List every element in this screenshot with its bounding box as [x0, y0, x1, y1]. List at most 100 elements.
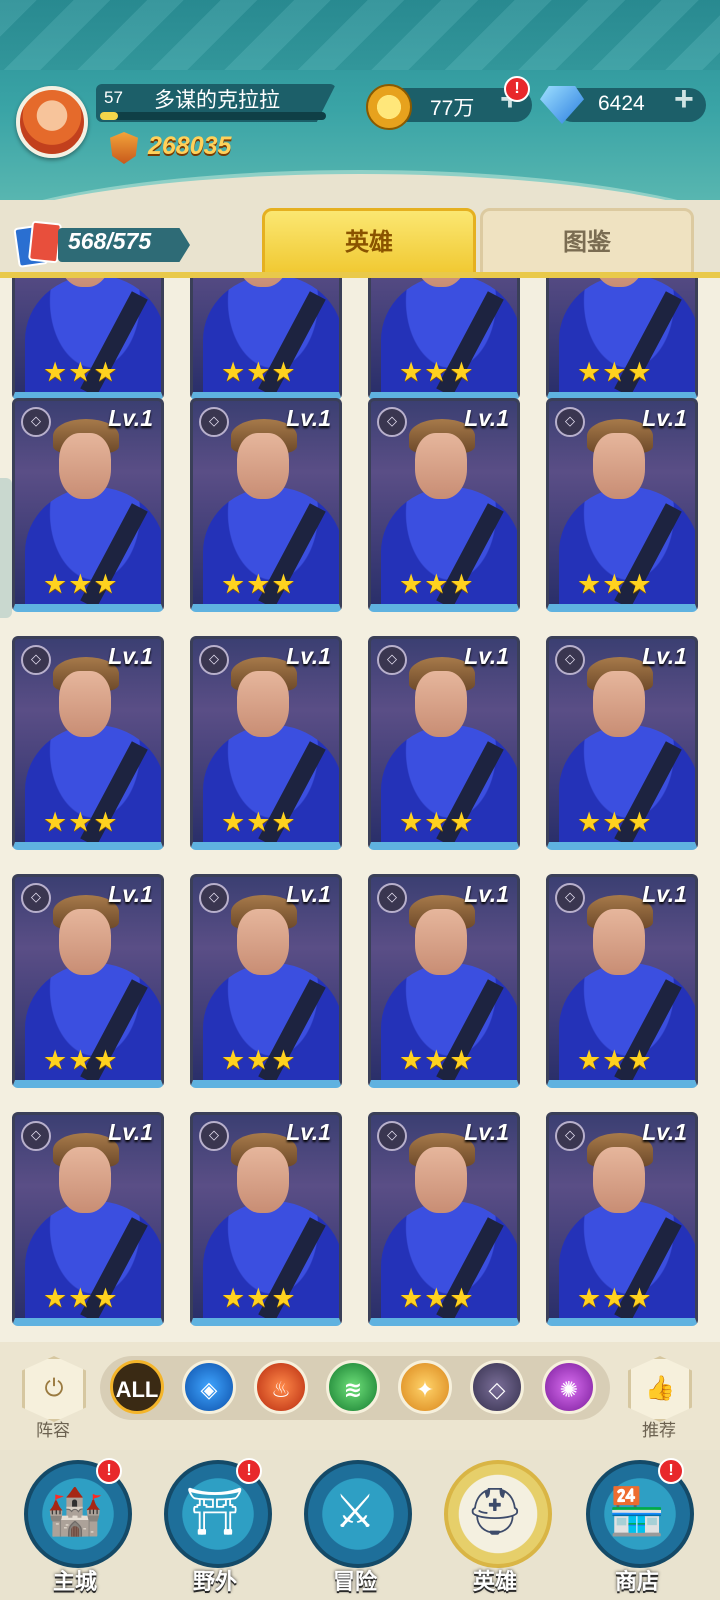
light-faction-icon[interactable]: ✦ [398, 1360, 452, 1414]
hero-art-face [237, 1147, 289, 1213]
recommend-button[interactable]: 👍 [628, 1356, 692, 1422]
hero-stars: ★★★ [577, 1283, 653, 1313]
hero-card[interactable]: ◇Lv.1★★★ [546, 398, 698, 612]
nav-label: 英雄 [472, 1569, 517, 1594]
player-name: 多谋的克拉拉 [154, 89, 280, 112]
hero-art-face [593, 1147, 645, 1213]
hero-level: Lv.1 [464, 643, 509, 669]
hero-art-face [237, 671, 289, 737]
add-gems-button[interactable]: + [674, 80, 694, 119]
nav-badge: ! [658, 1458, 684, 1484]
nav-wild[interactable]: ⛩ ! 野外 [160, 1456, 272, 1596]
hero-card[interactable]: ◇Lv.1★★★ [368, 874, 520, 1088]
dark-faction-icon[interactable]: ◇ [470, 1360, 524, 1414]
hero-stars: ★★★ [577, 357, 653, 387]
hero-art-face [59, 1147, 111, 1213]
hero-card[interactable]: ◇Lv.1★★★ [546, 278, 698, 400]
hero-card[interactable]: ◇Lv.1★★★ [190, 636, 342, 850]
hero-stars: ★★★ [399, 569, 475, 599]
hero-level: Lv.1 [286, 643, 331, 669]
dark-faction-icon: ◇ [21, 1121, 51, 1151]
hero-stars: ★★★ [43, 807, 119, 837]
tab-codex[interactable]: 图鉴 [480, 208, 694, 278]
hero-card[interactable]: ◇Lv.1★★★ [546, 1112, 698, 1326]
hero-stars: ★★★ [221, 1045, 297, 1075]
player-level: 57 [104, 88, 123, 107]
recommend-label: 推荐 [642, 1421, 676, 1440]
hero-stars: ★★★ [577, 807, 653, 837]
player-avatar[interactable] [16, 86, 88, 158]
hero-art-face [59, 671, 111, 737]
cards-icon [13, 220, 63, 268]
hero-stars: ★★★ [221, 357, 297, 387]
sword-icon: ⚔ [334, 1485, 376, 1537]
hero-card[interactable]: ◇ Lv.1 ★★★ [12, 398, 164, 612]
helmet-icon: ⛑ [465, 1485, 525, 1537]
hero-card[interactable]: ◇Lv.1★★★ [190, 398, 342, 612]
castle-icon: 🏰 [46, 1485, 104, 1537]
xp-bar [100, 112, 326, 120]
nav-adventure[interactable]: ⚔ 冒险 [300, 1456, 412, 1596]
nav-heroes[interactable]: ⛑ 英雄 [440, 1456, 552, 1596]
nav-badge: ! [236, 1458, 262, 1484]
water-faction-icon[interactable]: ◈ [182, 1360, 236, 1414]
hero-card[interactable]: ◇Lv.1★★★ [368, 1112, 520, 1326]
dark-faction-icon: ◇ [555, 883, 585, 913]
nav-label: 野外 [192, 1569, 237, 1594]
tab-heroes[interactable]: 英雄 [262, 208, 476, 278]
scroll-handle[interactable] [0, 478, 12, 618]
nav-label: 主城 [52, 1569, 97, 1594]
hero-card[interactable]: ◇Lv.1★★★ [368, 398, 520, 612]
xp-fill [100, 112, 119, 120]
dark-faction-icon: ◇ [21, 407, 51, 437]
dark-faction-icon: ◇ [377, 645, 407, 675]
hero-card[interactable]: ◇Lv.1★★★ [12, 278, 164, 400]
hero-card[interactable]: ◇Lv.1★★★ [368, 278, 520, 400]
dark-faction-icon: ◇ [377, 1121, 407, 1151]
hero-stars: ★★★ [43, 569, 119, 599]
hero-card[interactable]: ◇Lv.1★★★ [546, 874, 698, 1088]
coin-icon [366, 84, 412, 130]
fire-faction-icon[interactable]: ♨ [254, 1360, 308, 1414]
hero-level: Lv.1 [108, 405, 153, 431]
hero-level: Lv.1 [286, 405, 331, 431]
combat-power: 268035 [148, 132, 232, 160]
hero-art-face [593, 671, 645, 737]
hero-card[interactable]: ◇Lv.1★★★ [368, 636, 520, 850]
dark-faction-icon: ◇ [21, 883, 51, 913]
nav-badge: ! [96, 1458, 122, 1484]
gold-amount: 77万 [430, 97, 475, 120]
hero-art-face [593, 433, 645, 499]
filter-all-button[interactable]: ALL [110, 1360, 164, 1414]
hero-card[interactable]: ◇Lv.1★★★ [190, 278, 342, 400]
nav-main-city[interactable]: 🏰 ! 主城 [20, 1456, 132, 1596]
hero-card[interactable]: ◇Lv.1★★★ [190, 1112, 342, 1326]
hero-card[interactable]: ◇Lv.1★★★ [12, 636, 164, 850]
hero-level: Lv.1 [464, 1119, 509, 1145]
lineup-label: 阵容 [36, 1421, 70, 1440]
hero-stars: ★★★ [221, 1283, 297, 1313]
hero-card[interactable]: ◇Lv.1★★★ [546, 636, 698, 850]
hero-grid[interactable]: ◇ Lv.1 ★★★ ◇ Lv.1 ★★★ ◇ Lv.1 ★★★ ◇ Lv.1 ★★★ ◇ Lv.1 ★★★… [0, 272, 720, 1348]
nav-label: 冒险 [332, 1569, 377, 1594]
nav-shop[interactable]: 🏪 ! 商店 [582, 1456, 694, 1596]
hero-art-face [415, 909, 467, 975]
hero-stars: ★★★ [221, 569, 297, 599]
hero-stars: ★★★ [221, 807, 297, 837]
bottom-navigation: 🏰 ! 主城 ⛩ ! 野外 ⚔ 冒险 ⛑ 英雄 🏪 ! 商店 [0, 1450, 720, 1600]
hero-level: Lv.1 [642, 643, 687, 669]
hero-level: Lv.1 [642, 1119, 687, 1145]
hero-level: Lv.1 [286, 881, 331, 907]
faction-filter-bar: ⏻ 阵容 ALL ◈ ♨ ≋ ✦ ◇ ✺ 👍 推荐 [0, 1342, 720, 1450]
hero-card[interactable]: ◇Lv.1★★★ [12, 874, 164, 1088]
hero-stars: ★★★ [43, 1283, 119, 1313]
wind-faction-icon[interactable]: ≋ [326, 1360, 380, 1414]
hero-card[interactable]: ◇Lv.1★★★ [190, 874, 342, 1088]
hero-art-face [415, 671, 467, 737]
hero-level: Lv.1 [108, 1119, 153, 1145]
hero-art-face [59, 909, 111, 975]
dark-faction-icon: ◇ [555, 407, 585, 437]
hero-card[interactable]: ◇ Lv.1 ★★★ [12, 1112, 164, 1326]
arcane-faction-icon[interactable]: ✺ [542, 1360, 596, 1414]
lineup-button[interactable]: ⏻ [22, 1356, 86, 1422]
